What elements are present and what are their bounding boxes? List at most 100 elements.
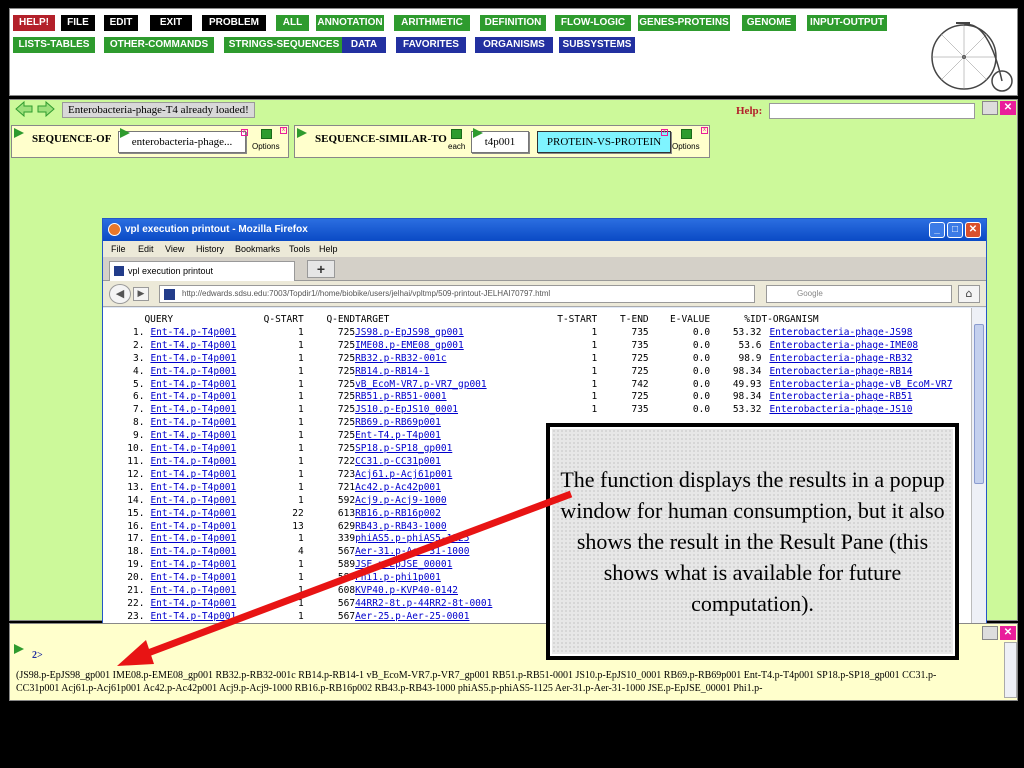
options-label[interactable]: Options: [672, 142, 700, 151]
table-link[interactable]: RB51.p-RB51-0001: [355, 391, 447, 402]
close-icon[interactable]: ✕: [1000, 626, 1016, 640]
table-link[interactable]: Aer-25.p-Aer-25-0001: [355, 611, 469, 622]
close-icon[interactable]: ✕: [1000, 101, 1016, 115]
sequence-similar-to-function-box[interactable]: SEQUENCE-SIMILAR-TO each t4p001 PROTEIN-…: [294, 125, 710, 158]
table-link[interactable]: CC31.p-CC31p001: [355, 456, 441, 467]
table-link[interactable]: Ent-T4.p-T4p001: [150, 572, 236, 583]
each-label[interactable]: each: [448, 142, 465, 151]
table-link[interactable]: Ent-T4.p-T4p001: [150, 417, 236, 428]
table-link[interactable]: Ent-T4.p-T4p001: [150, 379, 236, 390]
toolbar-button-all[interactable]: ALL: [276, 15, 309, 31]
table-link[interactable]: Ent-T4.p-T4p001: [150, 391, 236, 402]
table-link[interactable]: 44RR2-8t.p-44RR2-8t-0001: [355, 598, 492, 609]
options-icon[interactable]: [681, 129, 692, 139]
minimize-icon[interactable]: _: [929, 222, 945, 238]
argument-slot[interactable]: enterobacteria-phage...: [118, 131, 246, 153]
table-link[interactable]: Ent-T4.p-T4p001: [150, 327, 236, 338]
table-link[interactable]: Ent-T4.p-T4p001: [150, 611, 236, 622]
toolbar-button-favorites[interactable]: FAVORITES: [396, 37, 466, 53]
menu-view[interactable]: View: [165, 244, 184, 254]
table-link[interactable]: Ent-T4.p-T4p001: [150, 585, 236, 596]
toolbar-button-strings-sequences[interactable]: STRINGS-SEQUENCES: [224, 37, 344, 53]
toolbar-button-data[interactable]: DATA: [342, 37, 386, 53]
table-link[interactable]: Ent-T4.p-T4p001: [150, 404, 236, 415]
table-link[interactable]: IME08.p-EME08_gp001: [355, 340, 464, 351]
home-icon[interactable]: ⌂: [958, 285, 980, 303]
new-tab-button[interactable]: +: [307, 260, 335, 278]
table-link[interactable]: JSE.p-EpJSE_00001: [355, 559, 452, 570]
menu-file[interactable]: File: [111, 244, 126, 254]
toolbar-button-subsystems[interactable]: SUBSYSTEMS: [559, 37, 635, 53]
menu-edit[interactable]: Edit: [138, 244, 154, 254]
table-link[interactable]: Ent-T4.p-T4p001: [150, 340, 236, 351]
forward-arrow-icon[interactable]: [36, 101, 56, 117]
minimize-icon[interactable]: [982, 101, 998, 115]
scrollbar-thumb[interactable]: [974, 324, 984, 484]
toolbar-button-genes-proteins[interactable]: GENES-PROTEINS: [638, 15, 730, 31]
table-link[interactable]: Ent-T4.p-T4p001: [150, 533, 236, 544]
toolbar-button-problem[interactable]: PROBLEM: [202, 15, 266, 31]
table-link[interactable]: Ac42.p-Ac42p001: [355, 482, 441, 493]
menu-tools[interactable]: Tools: [289, 244, 310, 254]
vertical-scrollbar[interactable]: [971, 308, 986, 630]
close-icon[interactable]: x: [701, 127, 708, 134]
table-link[interactable]: JS98.p-EpJS98_gp001: [355, 327, 464, 338]
table-link[interactable]: RB69.p-RB69p001: [355, 417, 441, 428]
menu-history[interactable]: History: [196, 244, 224, 254]
toolbar-button-input-output[interactable]: INPUT-OUTPUT: [807, 15, 887, 31]
table-link[interactable]: Enterobacteria-phage-IME08: [769, 340, 918, 351]
table-link[interactable]: Ent-T4.p-T4p001: [355, 430, 441, 441]
table-link[interactable]: Ent-T4.p-T4p001: [150, 559, 236, 570]
toolbar-button-annotation[interactable]: ANNOTATION: [316, 15, 384, 31]
table-link[interactable]: Enterobacteria-phage-JS98: [769, 327, 912, 338]
options-icon[interactable]: [261, 129, 272, 139]
table-link[interactable]: RB32.p-RB32-001c: [355, 353, 447, 364]
toolbar-button-edit[interactable]: EDIT: [104, 15, 138, 31]
back-arrow-icon[interactable]: [14, 101, 34, 117]
table-link[interactable]: Ent-T4.p-T4p001: [150, 366, 236, 377]
table-link[interactable]: Enterobacteria-phage-vB_EcoM-VR7: [769, 379, 952, 390]
toolbar-button-lists-tables[interactable]: LISTS-TABLES: [13, 37, 95, 53]
table-link[interactable]: Enterobacteria-phage-RB51: [769, 391, 912, 402]
table-link[interactable]: vB_EcoM-VR7.p-VR7_gp001: [355, 379, 487, 390]
table-link[interactable]: Ent-T4.p-T4p001: [150, 482, 236, 493]
table-link[interactable]: RB14.p-RB14-1: [355, 366, 429, 377]
table-link[interactable]: Ent-T4.p-T4p001: [150, 495, 236, 506]
table-link[interactable]: Enterobacteria-phage-JS10: [769, 404, 912, 415]
maximize-icon[interactable]: □: [947, 222, 963, 238]
table-link[interactable]: Acj9.p-Acj9-1000: [355, 495, 447, 506]
table-link[interactable]: Ent-T4.p-T4p001: [150, 430, 236, 441]
tab-printout[interactable]: vpl execution printout: [109, 261, 295, 281]
toolbar-button-other-commands[interactable]: OTHER-COMMANDS: [104, 37, 214, 53]
table-link[interactable]: KVP40.p-KVP40-0142: [355, 585, 458, 596]
table-link[interactable]: Acj61.p-Acj61p001: [355, 469, 452, 480]
url-field[interactable]: http://edwards.sdsu.edu:7003/Topdir1//ho…: [159, 285, 755, 303]
toolbar-button-organisms[interactable]: ORGANISMS: [475, 37, 553, 53]
close-icon[interactable]: x: [661, 129, 668, 136]
toolbar-button-genome[interactable]: GENOME: [742, 15, 796, 31]
menu-bookmarks[interactable]: Bookmarks: [235, 244, 280, 254]
result-scrollbar[interactable]: [1004, 642, 1017, 698]
table-link[interactable]: phiAS5.p-phiAS5-1125: [355, 533, 469, 544]
menu-help[interactable]: Help: [319, 244, 338, 254]
table-link[interactable]: JS10.p-EpJS10_0001: [355, 404, 458, 415]
table-link[interactable]: RB43.p-RB43-1000: [355, 521, 447, 532]
minimize-icon[interactable]: [982, 626, 998, 640]
table-link[interactable]: Ent-T4.p-T4p001: [150, 521, 236, 532]
toolbar-button-file[interactable]: FILE: [61, 15, 95, 31]
forward-button[interactable]: ▶: [133, 287, 149, 301]
table-link[interactable]: Ent-T4.p-T4p001: [150, 546, 236, 557]
back-button[interactable]: ◀: [109, 284, 131, 304]
toolbar-button-arithmetic[interactable]: ARITHMETIC: [394, 15, 470, 31]
table-link[interactable]: Phi1.p-phi1p001: [355, 572, 441, 583]
close-icon[interactable]: ✕: [965, 222, 981, 238]
options-label[interactable]: Options: [252, 142, 280, 151]
toolbar-button-help[interactable]: HELP!: [13, 15, 55, 31]
table-link[interactable]: Ent-T4.p-T4p001: [150, 456, 236, 467]
table-link[interactable]: Ent-T4.p-T4p001: [150, 469, 236, 480]
table-link[interactable]: Enterobacteria-phage-RB32: [769, 353, 912, 364]
close-icon[interactable]: x: [241, 129, 248, 136]
toolbar-button-definition[interactable]: DEFINITION: [480, 15, 546, 31]
help-input[interactable]: [769, 103, 975, 119]
toolbar-button-exit[interactable]: EXIT: [150, 15, 192, 31]
